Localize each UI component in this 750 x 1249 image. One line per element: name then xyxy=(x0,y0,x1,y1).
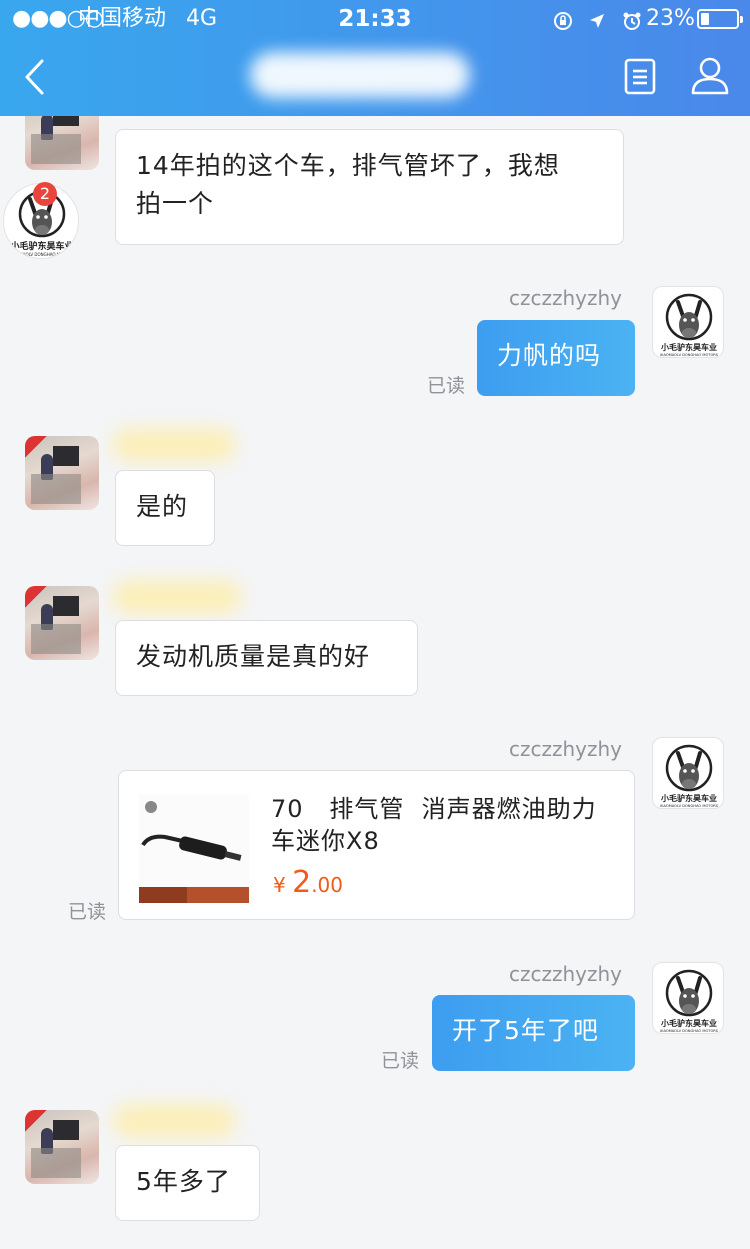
message-text: 拍一个 xyxy=(136,189,215,218)
read-status: 已读 xyxy=(68,901,107,923)
price-currency: ¥ xyxy=(273,873,286,897)
buyer-avatar[interactable] xyxy=(25,436,99,510)
exhaust-pipe-image xyxy=(139,801,249,903)
chat-title-blurred xyxy=(250,52,470,98)
message-text: 14年拍的这个车，排气管坏了，我想 xyxy=(136,151,560,180)
donkey-logo-icon: 小毛驴东昊车业 XIAOMAOLV DONGHAO MOTORS xyxy=(660,293,719,357)
buyer-avatar[interactable] xyxy=(25,586,99,660)
product-card[interactable]: 70 排气管 消声器燃油助力 车迷你X8 ¥ 2.00 xyxy=(118,770,635,920)
battery-icon xyxy=(697,9,743,29)
back-button[interactable] xyxy=(20,58,50,96)
unread-badge: 2 xyxy=(33,182,57,206)
product-price: ¥ 2.00 xyxy=(273,865,343,900)
message-text: 是的 xyxy=(136,492,189,521)
document-button[interactable] xyxy=(622,58,658,96)
location-arrow-icon xyxy=(589,13,604,28)
logo-text: 小毛驴东昊车业 xyxy=(9,240,73,252)
avatar-photo-detail xyxy=(31,1148,81,1178)
chevron-left-icon xyxy=(25,59,44,95)
price-decimal: .00 xyxy=(311,873,343,897)
logo-text: 小毛驴东昊车业 xyxy=(660,342,717,352)
sender-name-blurred xyxy=(112,428,236,462)
message-list[interactable]: 小毛驴东昊车业 XIAOMAOLV DONGHAO MOTORS 2 14年拍的… xyxy=(0,116,750,1249)
donkey-logo-icon: 小毛驴东昊车业 XIAOMAOLV DONGHAO MOTORS xyxy=(660,969,719,1033)
sender-name: czczzhyzhy xyxy=(508,962,622,986)
price-integer: 2 xyxy=(292,865,312,900)
seller-avatar[interactable]: 小毛驴东昊车业 XIAOMAOLV DONGHAO MOTORS xyxy=(652,962,724,1034)
logo-text: 小毛驴东昊车业 xyxy=(660,793,717,803)
product-title-line: 70 排气管 消声器燃油助力 xyxy=(271,795,597,823)
seller-avatar[interactable]: 小毛驴东昊车业 XIAOMAOLV DONGHAO MOTORS xyxy=(652,286,724,358)
message-bubble-incoming[interactable]: 发动机质量是真的好 xyxy=(115,620,418,696)
profile-button[interactable] xyxy=(690,56,730,96)
product-image xyxy=(139,795,249,903)
message-bubble-incoming[interactable]: 5年多了 xyxy=(115,1145,260,1221)
avatar-photo-detail xyxy=(53,1120,79,1140)
logo-subtext: XIAOMAOLV DONGHAO MOTORS xyxy=(660,1029,719,1033)
message-text: 5年多了 xyxy=(136,1167,231,1196)
battery-percent: 23% xyxy=(646,6,695,31)
logo-subtext: XIAOMAOLV DONGHAO MOTORS xyxy=(660,804,719,808)
avatar-photo-detail xyxy=(31,474,81,504)
status-icons xyxy=(553,0,642,38)
message-bubble-incoming[interactable]: 是的 xyxy=(115,470,215,546)
alarm-icon xyxy=(623,12,641,30)
avatar-photo-detail xyxy=(31,134,81,164)
sender-name: czczzhyzhy xyxy=(508,286,622,310)
message-text: 发动机质量是真的好 xyxy=(136,642,371,671)
avatar-photo-detail xyxy=(53,596,79,616)
seller-avatar[interactable]: 小毛驴东昊车业 XIAOMAOLV DONGHAO MOTORS xyxy=(652,737,724,809)
donkey-logo-icon: 小毛驴东昊车业 XIAOMAOLV DONGHAO MOTORS xyxy=(660,744,719,808)
message-bubble-outgoing[interactable]: 开了5年了吧 xyxy=(432,995,635,1071)
logo-subtext: XIAOMAOLV DONGHAO MOTORS xyxy=(660,353,719,357)
rotation-lock-icon xyxy=(554,11,573,30)
status-bar: ●●●○○ 中国移动 4G 21:33 23% xyxy=(0,0,750,38)
user-icon xyxy=(691,57,729,95)
avatar-photo-detail xyxy=(53,116,79,126)
sender-name-blurred xyxy=(112,1104,236,1138)
read-status: 已读 xyxy=(427,375,466,397)
avatar-photo-detail xyxy=(31,624,81,654)
message-text: 力帆的吗 xyxy=(497,341,602,370)
document-icon xyxy=(624,58,656,95)
message-bubble-incoming[interactable]: 14年拍的这个车，排气管坏了，我想 拍一个 xyxy=(115,129,624,245)
product-title-line: 车迷你X8 xyxy=(271,827,380,855)
buyer-avatar[interactable] xyxy=(25,1110,99,1184)
message-text: 开了5年了吧 xyxy=(452,1016,599,1045)
product-title: 70 排气管 消声器燃油助力 车迷你X8 xyxy=(271,793,611,857)
battery-level xyxy=(701,13,709,25)
avatar-photo-detail xyxy=(53,446,79,466)
sender-name: czczzhyzhy xyxy=(508,737,622,761)
read-status: 已读 xyxy=(381,1050,420,1072)
logo-text: 小毛驴东昊车业 xyxy=(660,1018,717,1028)
logo-subtext: XIAOMAOLV DONGHAO MOTORS xyxy=(10,252,75,257)
sender-name-blurred xyxy=(112,580,242,614)
buyer-avatar[interactable] xyxy=(25,116,99,170)
message-bubble-outgoing[interactable]: 力帆的吗 xyxy=(477,320,635,396)
chat-header: ●●●○○ 中国移动 4G 21:33 23% xyxy=(0,0,750,116)
